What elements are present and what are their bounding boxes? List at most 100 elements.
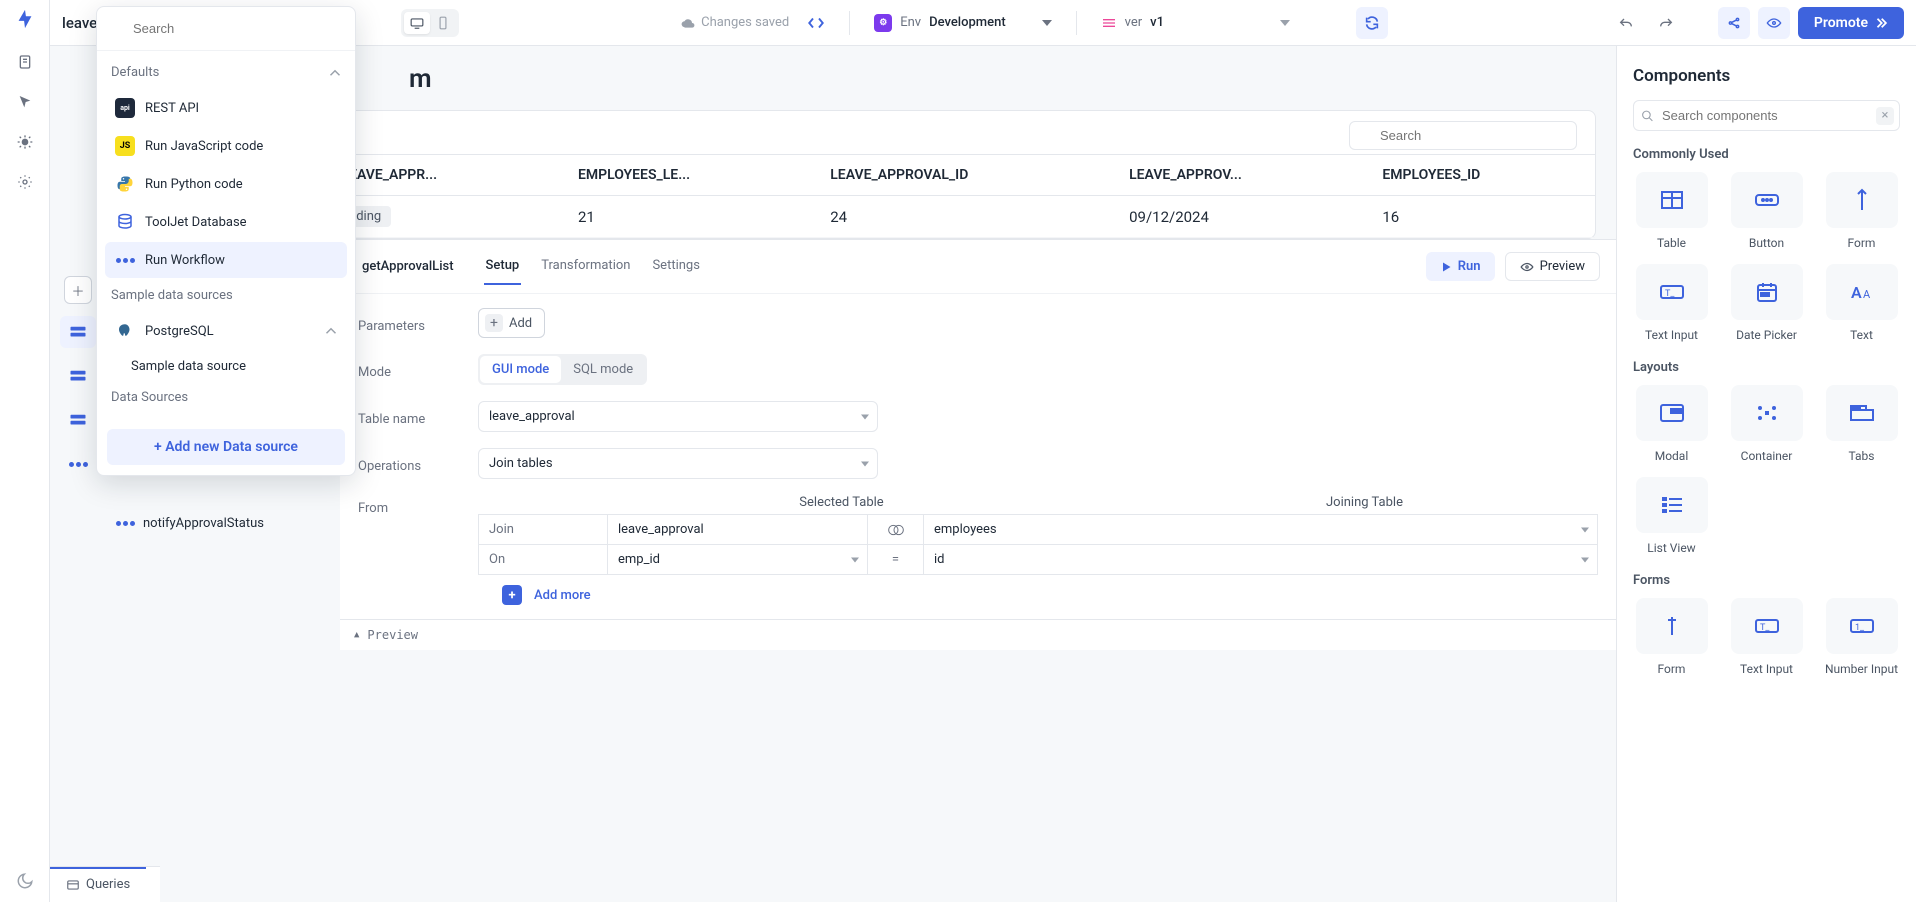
component-text-input[interactable]: T_ Text Input xyxy=(1633,264,1710,342)
device-toggle xyxy=(401,9,459,37)
table-search-input[interactable] xyxy=(1349,121,1577,150)
join-on-left-field[interactable]: emp_id xyxy=(608,545,868,575)
page-icon[interactable] xyxy=(17,54,33,70)
gear-icon[interactable] xyxy=(17,174,33,190)
section-layouts: Layouts xyxy=(1633,360,1900,375)
component-label: Text Input xyxy=(1740,662,1793,676)
add-datasource-button[interactable]: + Add new Data source xyxy=(107,429,345,465)
ds-item-postgres[interactable]: PostgreSQL xyxy=(105,313,347,349)
version-selector[interactable]: ver v1 xyxy=(1101,15,1290,30)
query-type-db3-icon[interactable] xyxy=(60,404,96,436)
component-label: Tabs xyxy=(1849,449,1875,463)
label-parameters: Parameters xyxy=(358,313,478,334)
datasource-search-input[interactable] xyxy=(107,15,345,42)
left-rail xyxy=(0,0,50,902)
ds-item-tooljet-db[interactable]: ToolJet Database xyxy=(105,204,347,240)
join-joining-table[interactable]: employees xyxy=(924,514,1598,545)
workflow-icon xyxy=(116,521,135,526)
table-header[interactable]: EMPLOYEES_LE... xyxy=(564,155,816,196)
datasource-dropdown: Defaults api REST API JS Run JavaScript … xyxy=(96,6,356,476)
query-item-label: notifyApprovalStatus xyxy=(143,516,264,531)
component-text[interactable]: AA Text xyxy=(1823,264,1900,342)
add-parameter-button[interactable]: + Add xyxy=(478,308,545,338)
eye-button[interactable] xyxy=(1758,7,1790,39)
component-number-input[interactable]: 1_ Number Input xyxy=(1823,598,1900,676)
ds-item-python[interactable]: Run Python code xyxy=(105,166,347,202)
ds-item-label: PostgreSQL xyxy=(145,324,214,339)
join-selected-table[interactable]: leave_approval xyxy=(608,514,868,545)
label-mode: Mode xyxy=(358,359,478,380)
query-item-notify[interactable]: notifyApprovalStatus xyxy=(106,510,274,537)
preview-label: Preview xyxy=(1540,259,1585,274)
component-label: Container xyxy=(1741,449,1793,463)
operations-select[interactable]: Join tables xyxy=(478,448,878,479)
clear-search-button[interactable]: × xyxy=(1876,107,1894,125)
add-query-button[interactable]: ＋ xyxy=(64,276,92,304)
bug-icon[interactable] xyxy=(17,134,33,150)
ds-section-datasources[interactable]: Data Sources xyxy=(101,382,351,413)
join-operator[interactable]: = xyxy=(868,545,924,575)
component-container[interactable]: Container xyxy=(1728,385,1805,463)
sync-button[interactable] xyxy=(1356,7,1388,39)
run-button[interactable]: Run xyxy=(1426,252,1495,281)
cursor-icon[interactable] xyxy=(17,94,33,110)
component-list-view[interactable]: List View xyxy=(1633,477,1710,555)
component-form[interactable]: Form xyxy=(1823,172,1900,250)
eye-icon xyxy=(1520,261,1534,273)
ds-sub-item-sample[interactable]: Sample data source xyxy=(101,351,351,382)
ds-section-sample[interactable]: Sample data sources xyxy=(101,280,351,311)
query-type-db2-icon[interactable] xyxy=(60,360,96,392)
gui-mode-button[interactable]: GUI mode xyxy=(480,356,561,383)
table-header[interactable]: EMPLOYEES_ID xyxy=(1368,155,1595,196)
component-tabs[interactable]: Tabs xyxy=(1823,385,1900,463)
ds-item-js[interactable]: JS Run JavaScript code xyxy=(105,128,347,164)
moon-icon[interactable] xyxy=(16,872,34,890)
component-date-picker[interactable]: Date Picker xyxy=(1728,264,1805,342)
component-button[interactable]: Button xyxy=(1728,172,1805,250)
promote-button[interactable]: Promote xyxy=(1798,7,1904,39)
query-preview-footer[interactable]: ▲ Preview xyxy=(340,619,1616,650)
join-type-select[interactable] xyxy=(868,514,924,545)
ds-section-defaults[interactable]: Defaults xyxy=(101,57,351,88)
queries-tab[interactable]: Queries xyxy=(50,867,146,900)
component-form2[interactable]: Form xyxy=(1633,598,1710,676)
table-header[interactable]: LEAVE_APPROVAL_ID xyxy=(816,155,1115,196)
table-cell: 21 xyxy=(564,196,816,238)
label-operations: Operations xyxy=(358,453,478,474)
join-on-right-field[interactable]: id xyxy=(924,545,1598,575)
share-button[interactable] xyxy=(1718,7,1750,39)
redo-button[interactable] xyxy=(1650,7,1682,39)
component-text-input2[interactable]: T_ Text Input xyxy=(1728,598,1805,676)
modal-icon xyxy=(1659,403,1685,423)
env-selector[interactable]: ⚙ Env Development xyxy=(874,14,1051,32)
components-search-input[interactable] xyxy=(1633,100,1900,131)
code-icon[interactable] xyxy=(807,16,825,30)
tab-transformation[interactable]: Transformation xyxy=(539,248,632,285)
app-name[interactable]: leave xyxy=(62,14,97,32)
logo-icon xyxy=(14,8,36,30)
query-name[interactable]: getApprovalList xyxy=(356,251,460,282)
query-type-db-icon[interactable] xyxy=(60,316,96,348)
query-type-workflow-icon[interactable] xyxy=(60,448,96,480)
query-tabs: Setup Transformation Settings xyxy=(484,248,702,285)
table-name-select[interactable]: leave_approval xyxy=(478,401,878,432)
table-header[interactable]: LEAVE_APPROV... xyxy=(1115,155,1368,196)
queries-icon xyxy=(66,879,80,891)
preview-button[interactable]: Preview xyxy=(1505,252,1600,281)
tabs-icon xyxy=(1849,404,1875,422)
component-table[interactable]: Table xyxy=(1633,172,1710,250)
add-more-join-button[interactable]: + Add more xyxy=(478,585,1598,605)
chevron-right-icon xyxy=(1874,17,1888,29)
mobile-device-button[interactable] xyxy=(430,12,456,34)
chevron-down-icon xyxy=(1280,20,1290,26)
component-modal[interactable]: Modal xyxy=(1633,385,1710,463)
version-icon xyxy=(1101,16,1117,30)
undo-button[interactable] xyxy=(1610,7,1642,39)
tab-settings[interactable]: Settings xyxy=(650,248,701,285)
desktop-device-button[interactable] xyxy=(404,12,430,34)
sql-mode-button[interactable]: SQL mode xyxy=(561,356,645,383)
ds-item-workflow[interactable]: Run Workflow xyxy=(105,242,347,278)
ds-item-rest[interactable]: api REST API xyxy=(105,90,347,126)
tab-setup[interactable]: Setup xyxy=(484,248,522,285)
svg-text:1_: 1_ xyxy=(1855,623,1865,633)
